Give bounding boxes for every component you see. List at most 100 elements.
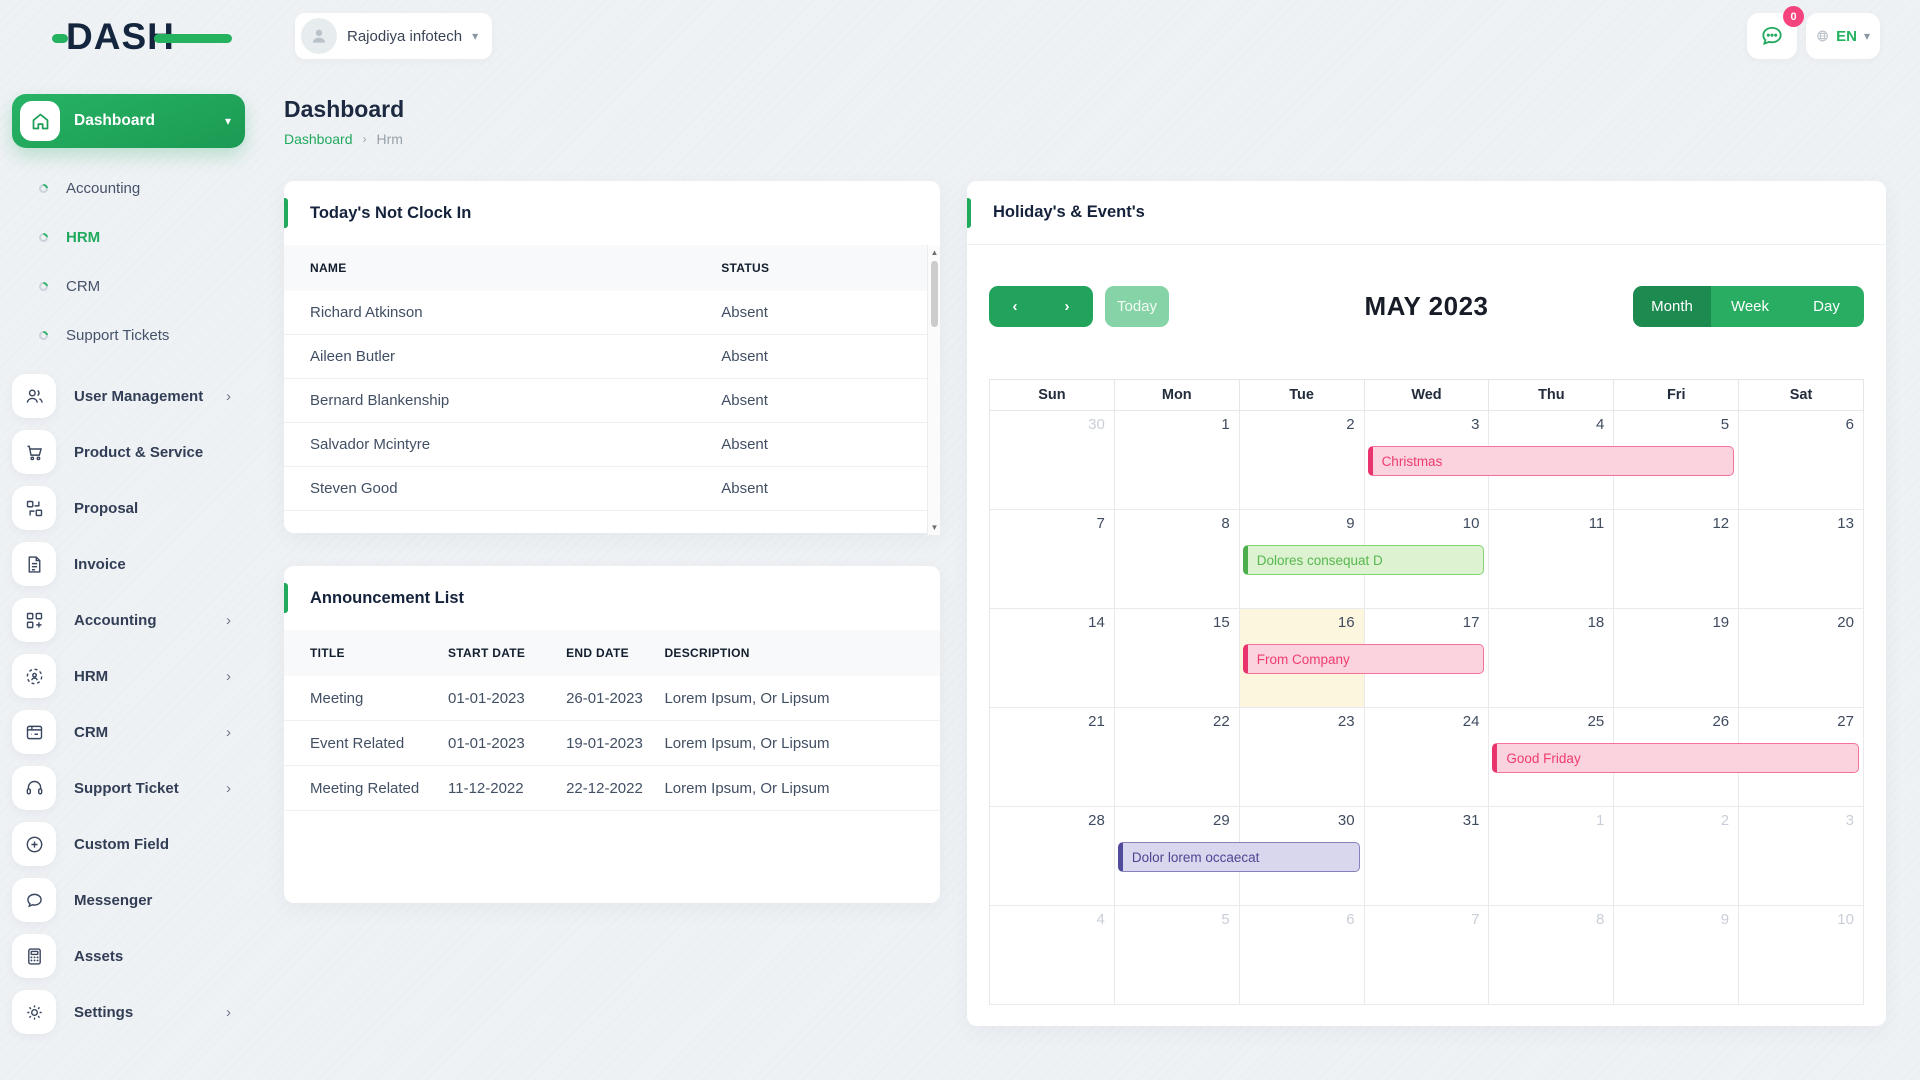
calendar-card-header: Holiday's & Event's	[967, 181, 1886, 245]
home-icon	[20, 101, 60, 141]
calendar-day-cell[interactable]: 24	[1365, 708, 1490, 807]
calendar-event-from-company[interactable]: From Company	[1243, 644, 1485, 674]
calendar-day-cell[interactable]: 18	[1489, 609, 1614, 708]
calendar-day-cell[interactable]: 10	[1739, 906, 1864, 1005]
sidebar-item-support-ticket[interactable]: Support Ticket ›	[12, 760, 245, 816]
sidebar-item-hrm[interactable]: HRM ›	[12, 648, 245, 704]
calendar-day-cell[interactable]: 31	[1365, 807, 1490, 906]
calendar-day-cell[interactable]: 9	[1614, 906, 1739, 1005]
calendar-day-cell[interactable]: 14	[990, 609, 1115, 708]
sidebar-item-crm[interactable]: CRM ›	[12, 704, 245, 760]
calendar-event-dolores[interactable]: Dolores consequat D	[1243, 545, 1485, 575]
table-row: Salvador Mcintyre Absent	[284, 423, 927, 467]
sidebar-item-assets[interactable]: Assets	[12, 928, 245, 984]
month-view-button[interactable]: Month	[1633, 286, 1711, 327]
calculator-icon	[12, 934, 56, 978]
breadcrumb-dashboard-link[interactable]: Dashboard	[284, 131, 353, 147]
calendar-event-dolor-lorem[interactable]: Dolor lorem occaecat	[1118, 842, 1360, 872]
calendar-day-cell[interactable]: 12	[1614, 510, 1739, 609]
person-target-icon	[12, 654, 56, 698]
calendar-day-cell[interactable]: 4	[990, 906, 1115, 1005]
calendar-week-row: 4 5 6 7 8 9 10	[990, 906, 1864, 1005]
grid-plus-icon	[12, 598, 56, 642]
calendar-day-cell[interactable]: 3	[1739, 807, 1864, 906]
calendar-day-cell[interactable]: 19	[1614, 609, 1739, 708]
sidebar-item-product-service[interactable]: Product & Service	[12, 424, 245, 480]
bullet-icon	[37, 231, 50, 244]
calendar-toolbar: ‹ › Today MAY 2023 Month Week Day	[989, 286, 1864, 327]
company-selector[interactable]: Rajodiya infotech ▾	[295, 13, 492, 59]
bullet-icon	[37, 329, 50, 342]
week-view-button[interactable]: Week	[1711, 286, 1789, 327]
calendar-day-cell[interactable]: 1	[1115, 411, 1240, 510]
chevron-right-icon: ›	[226, 388, 231, 405]
sidebar-item-custom-field[interactable]: Custom Field	[12, 816, 245, 872]
sidebar-item-settings[interactable]: Settings ›	[12, 984, 245, 1040]
logo-accent-bar	[154, 34, 232, 43]
breadcrumb: Dashboard › Hrm	[284, 131, 403, 147]
scroll-up-arrow-icon[interactable]: ▲	[928, 248, 941, 257]
app-logo[interactable]: DASH	[66, 16, 226, 58]
sidebar-item-invoice[interactable]: Invoice	[12, 536, 245, 592]
messages-badge: 0	[1783, 6, 1804, 27]
clockin-table-header: NAME STATUS	[284, 245, 927, 291]
calendar-day-cell[interactable]: 7	[990, 510, 1115, 609]
vertical-scrollbar[interactable]: ▲ ▼	[927, 245, 940, 535]
browser-card-icon	[12, 710, 56, 754]
calendar-day-cell[interactable]: 21	[990, 708, 1115, 807]
calendar-week-row: 30 1 2 3 4 5 6 Christmas	[990, 411, 1864, 510]
calendar-day-cell[interactable]: 15	[1115, 609, 1240, 708]
calendar-day-cell[interactable]: 5	[1115, 906, 1240, 1005]
table-row: Bernard Blankenship Absent	[284, 379, 927, 423]
chevron-down-icon: ▾	[1864, 29, 1870, 43]
calendar-day-cell[interactable]: 11	[1489, 510, 1614, 609]
plus-circle-icon	[12, 822, 56, 866]
calendar-day-cell[interactable]: 30	[990, 411, 1115, 510]
bullet-icon	[37, 182, 50, 195]
calendar-day-cell[interactable]: 28	[990, 807, 1115, 906]
calendar-card: Holiday's & Event's ‹ › Today MAY 2023 M…	[967, 181, 1886, 1026]
sidebar-item-messenger[interactable]: Messenger	[12, 872, 245, 928]
sidebar-item-accounting[interactable]: Accounting ›	[12, 592, 245, 648]
language-selector[interactable]: EN ▾	[1806, 13, 1880, 59]
sidebar: Dashboard ▾ Accounting HRM CRM Support T…	[12, 94, 245, 1040]
calendar-day-cell[interactable]: 7	[1365, 906, 1490, 1005]
calendar-event-good-friday[interactable]: Good Friday	[1492, 743, 1859, 773]
globe-icon	[1816, 25, 1829, 47]
table-row: Richard Atkinson Absent	[284, 291, 927, 335]
sidebar-item-proposal[interactable]: Proposal	[12, 480, 245, 536]
calendar-day-cell[interactable]: 1	[1489, 807, 1614, 906]
calendar-day-cell[interactable]: 8	[1489, 906, 1614, 1005]
day-view-button[interactable]: Day	[1789, 286, 1864, 327]
calendar-day-cell[interactable]: 23	[1240, 708, 1365, 807]
calendar-day-cell[interactable]: 13	[1739, 510, 1864, 609]
table-row: Aileen Butler Absent	[284, 335, 927, 379]
calendar-event-christmas[interactable]: Christmas	[1368, 446, 1735, 476]
headset-icon	[12, 766, 56, 810]
calendar-day-cell[interactable]: 20	[1739, 609, 1864, 708]
messages-button[interactable]: 0	[1747, 13, 1797, 59]
calendar-day-cell[interactable]: 6	[1240, 906, 1365, 1005]
dashboard-submenu: Accounting HRM CRM Support Tickets	[12, 164, 245, 360]
calendar-day-cell[interactable]: 8	[1115, 510, 1240, 609]
scroll-down-arrow-icon[interactable]: ▼	[928, 523, 941, 532]
chat-bubble-icon	[12, 878, 56, 922]
sidebar-subitem-accounting[interactable]: Accounting	[12, 164, 245, 213]
calendar-day-cell[interactable]: 22	[1115, 708, 1240, 807]
user-icon	[309, 26, 329, 46]
chevron-right-icon: ›	[363, 132, 367, 146]
clockin-card: Today's Not Clock In NAME STATUS Richard…	[284, 181, 940, 533]
sidebar-subitem-crm[interactable]: CRM	[12, 262, 245, 311]
scrollbar-thumb[interactable]	[931, 261, 938, 327]
calendar-day-cell[interactable]: 2	[1614, 807, 1739, 906]
sidebar-item-user-management[interactable]: User Management ›	[12, 368, 245, 424]
calendar-day-headers: Sun Mon Tue Wed Thu Fri Sat	[990, 380, 1864, 411]
sidebar-item-dashboard[interactable]: Dashboard ▾	[12, 94, 245, 148]
sidebar-subitem-support-tickets[interactable]: Support Tickets	[12, 311, 245, 360]
bullet-icon	[37, 280, 50, 293]
calendar-week-row: 28 29 30 31 1 2 3 Dolor lorem occaecat	[990, 807, 1864, 906]
calendar-day-cell[interactable]: 2	[1240, 411, 1365, 510]
calendar-day-cell[interactable]: 6	[1739, 411, 1864, 510]
chevron-down-icon: ▾	[472, 29, 478, 43]
sidebar-subitem-hrm[interactable]: HRM	[12, 213, 245, 262]
